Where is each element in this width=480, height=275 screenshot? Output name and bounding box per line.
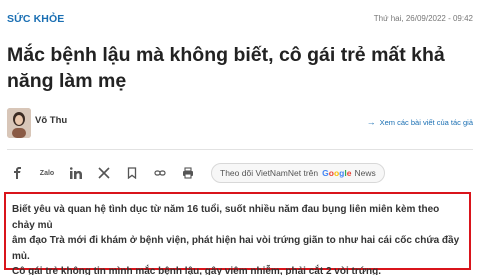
zalo-icon[interactable]: Zalo <box>35 162 59 184</box>
follow-text: Theo dõi VietNamNet trên <box>220 168 319 178</box>
bookmark-icon[interactable] <box>121 162 143 184</box>
summary-line-1: Biết yêu và quan hệ tình dục từ năm 16 t… <box>12 204 440 231</box>
article-title: Mắc bệnh lậu mà không biết, cô gái trẻ m… <box>7 44 445 92</box>
follow-google-news-button[interactable]: Theo dõi VietNamNet trên Google News <box>211 163 385 183</box>
divider <box>7 149 473 150</box>
publish-datetime: Thứ hai, 26/09/2022 - 09:42 <box>373 14 473 23</box>
author-articles-label: Xem các bài viết của tác giả <box>379 117 473 127</box>
news-label: News <box>354 168 376 178</box>
link-icon[interactable] <box>149 162 171 184</box>
article-header: SỨC KHỎE Thứ hai, 26/09/2022 - 09:42 <box>7 13 473 29</box>
summary-line-2: âm đạo Trà mới đi khám ở bệnh viện, phát… <box>12 235 460 262</box>
author-articles-link[interactable]: → Xem các bài viết của tác giả <box>367 117 473 127</box>
author-avatar[interactable] <box>7 108 31 138</box>
facebook-icon[interactable] <box>7 162 29 184</box>
share-toolbar: Zalo Theo dõi VietNamNet trên Google New… <box>7 162 473 184</box>
arrow-right-icon: → <box>366 117 376 127</box>
author-row: Võ Thu → Xem các bài viết của tác giả <box>7 108 473 138</box>
category-link[interactable]: SỨC KHỎE <box>7 13 64 25</box>
author-name[interactable]: Võ Thu <box>35 115 67 126</box>
article-summary-highlight: Biết yêu và quan hệ tình dục từ năm 16 t… <box>4 192 471 275</box>
google-logo: Google <box>322 168 352 178</box>
linkedin-icon[interactable] <box>65 162 87 184</box>
x-icon[interactable] <box>93 162 115 184</box>
summary-line-3: Cô gái trẻ không tin mình mắc bệnh lậu, … <box>12 266 381 275</box>
print-icon[interactable] <box>177 162 199 184</box>
